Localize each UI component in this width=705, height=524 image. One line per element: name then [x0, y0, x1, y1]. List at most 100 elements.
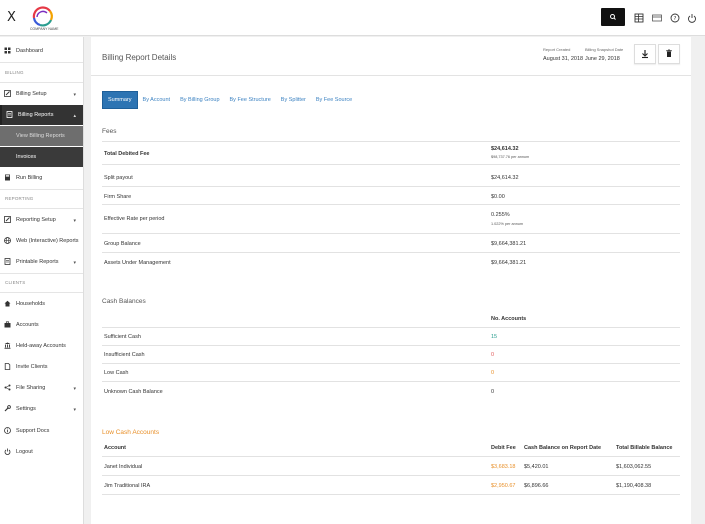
sidebar-item-held-away[interactable]: Held-away Accounts	[0, 336, 83, 356]
trash-icon	[666, 49, 672, 57]
sidebar-item-billing-setup[interactable]: Billing Setup ▾	[0, 84, 83, 104]
chevron-down-icon: ▾	[73, 218, 76, 224]
sidebar-item-file-sharing[interactable]: File Sharing ▾	[0, 378, 83, 398]
delete-button[interactable]	[658, 44, 680, 64]
row-divider	[102, 327, 680, 328]
sidebar-item-reporting-setup[interactable]: Reporting Setup ▾	[0, 210, 83, 230]
row-divider	[102, 204, 680, 205]
row-divider	[102, 456, 680, 457]
tab-summary[interactable]: Summary	[102, 91, 138, 109]
divider	[0, 292, 83, 293]
info-icon	[4, 427, 11, 434]
row-divider	[102, 475, 680, 476]
row-divider	[102, 381, 680, 382]
tab-bar: Summary By Account By Billing Group By F…	[102, 91, 357, 109]
low-cash-account-name: Janet Individual	[104, 464, 143, 470]
sidebar-item-invoices[interactable]: Invoices	[0, 147, 83, 167]
sidebar-item-households[interactable]: Households	[0, 294, 83, 314]
search-icon	[610, 14, 616, 20]
fee-row-label: Group Balance	[104, 241, 141, 247]
low-cash-account-name: Jim Traditional IRA	[104, 483, 151, 489]
page-title: Billing Report Details	[102, 53, 177, 62]
tab-by-billing-group[interactable]: By Billing Group	[175, 91, 224, 109]
edit-icon	[4, 90, 11, 97]
card-icon[interactable]	[652, 13, 662, 23]
help-icon[interactable]: ?	[670, 13, 680, 23]
cash-row-label: Low Cash	[104, 370, 129, 376]
sidebar-item-billing-reports[interactable]: Billing Reports ▴	[0, 105, 83, 125]
close-button[interactable]: X	[7, 10, 16, 25]
tab-by-account[interactable]: By Account	[138, 91, 176, 109]
sidebar-item-label: Invoices	[16, 154, 37, 160]
fee-row-label: Effective Rate per period	[104, 216, 165, 222]
sidebar-item-label: Reporting Setup	[16, 217, 56, 223]
tab-by-splitter[interactable]: By Splitter	[276, 91, 311, 109]
fee-row-value: $24,614.32	[491, 146, 519, 152]
sidebar-item-view-billing-reports[interactable]: View Billing Reports	[0, 126, 83, 146]
cash-row-count[interactable]: 15	[491, 334, 497, 340]
sidebar-item-label: Accounts	[16, 322, 39, 328]
chevron-down-icon: ▾	[73, 386, 76, 392]
row-divider	[102, 141, 680, 142]
sidebar-item-label: Billing Reports	[18, 112, 54, 118]
fee-row-value: $9,664,381.21	[491, 260, 527, 266]
main-panel: Billing Report Details Report Created Au…	[91, 37, 691, 524]
sidebar-item-printable-reports[interactable]: Printable Reports ▾	[0, 252, 83, 272]
document-icon	[6, 111, 13, 118]
top-bar: X COMPANY NAME ?	[0, 0, 705, 36]
sidebar-item-settings[interactable]: Settings ▾	[0, 399, 83, 419]
low-cash-section-title: Low Cash Accounts	[102, 429, 160, 436]
low-cash-total-billable: $1,603,062.55	[616, 464, 652, 470]
sidebar-item-label: View Billing Reports	[16, 133, 65, 139]
sidebar-item-run-billing[interactable]: Run Billing	[0, 168, 83, 188]
power-icon[interactable]	[687, 13, 697, 23]
cash-row-count[interactable]: 0	[491, 370, 494, 376]
sidebar-item-web-reports[interactable]: Web (Interactive) Reports	[0, 231, 83, 251]
divider	[0, 273, 83, 274]
row-divider	[102, 494, 680, 495]
low-cash-cash-balance: $5,420.01	[524, 464, 549, 470]
sidebar-item-logout[interactable]: Logout	[0, 442, 83, 462]
sidebar-item-invite-clients[interactable]: Invite Clients	[0, 357, 83, 377]
download-button[interactable]	[634, 44, 656, 64]
sidebar-item-label: File Sharing	[16, 385, 46, 391]
sidebar-item-label: Dashboard	[16, 48, 43, 54]
row-divider	[102, 233, 680, 234]
cash-row-count: 0	[491, 389, 495, 395]
sidebar-item-dashboard[interactable]: Dashboard	[0, 41, 83, 61]
row-divider	[102, 345, 680, 346]
section-billing: BILLING	[5, 70, 24, 75]
cash-row-label: Insufficient Cash	[104, 352, 145, 358]
sidebar-item-label: Printable Reports	[16, 259, 59, 265]
tab-by-fee-source[interactable]: By Fee Source	[311, 91, 357, 109]
fee-row-subvalue: $98,737.76 per annum	[491, 155, 530, 159]
sidebar-item-label: Settings	[16, 406, 36, 412]
cash-row-count[interactable]: 0	[491, 352, 494, 358]
search-button[interactable]	[601, 8, 625, 26]
low-cash-debit-fee[interactable]: $2,950.67	[491, 483, 515, 489]
row-divider	[102, 363, 680, 364]
low-cash-debit-fee[interactable]: $3,683.18	[491, 464, 515, 470]
report-created-value: August 31, 2018	[543, 56, 584, 62]
column-header-cash-balance: Cash Balance on Report Date	[524, 445, 602, 451]
fees-section-title: Fees	[102, 128, 117, 135]
chevron-down-icon: ▾	[73, 92, 76, 98]
briefcase-icon	[4, 321, 11, 328]
sidebar-item-accounts[interactable]: Accounts	[0, 315, 83, 335]
sidebar-item-label: Run Billing	[16, 175, 43, 181]
dashboard-icon	[4, 47, 11, 54]
sidebar-item-label: Logout	[16, 449, 33, 455]
tab-by-fee-structure[interactable]: By Fee Structure	[225, 91, 276, 109]
chevron-down-icon: ▾	[73, 407, 76, 413]
fee-row-label: Total Debited Fee	[104, 151, 150, 157]
row-divider	[102, 186, 680, 187]
fee-row-label: Assets Under Management	[104, 260, 171, 266]
fee-row-value: 0.255%	[491, 212, 510, 218]
section-clients: CLIENTS	[5, 280, 26, 285]
low-cash-total-billable: $1,190,408.38	[616, 483, 652, 489]
svg-text:?: ?	[674, 16, 677, 22]
cash-column-header: No. Accounts	[491, 316, 527, 322]
report-icon[interactable]	[634, 13, 644, 23]
sidebar-item-support-docs[interactable]: Support Docs	[0, 421, 83, 441]
cash-row-label: Sufficient Cash	[104, 334, 141, 340]
